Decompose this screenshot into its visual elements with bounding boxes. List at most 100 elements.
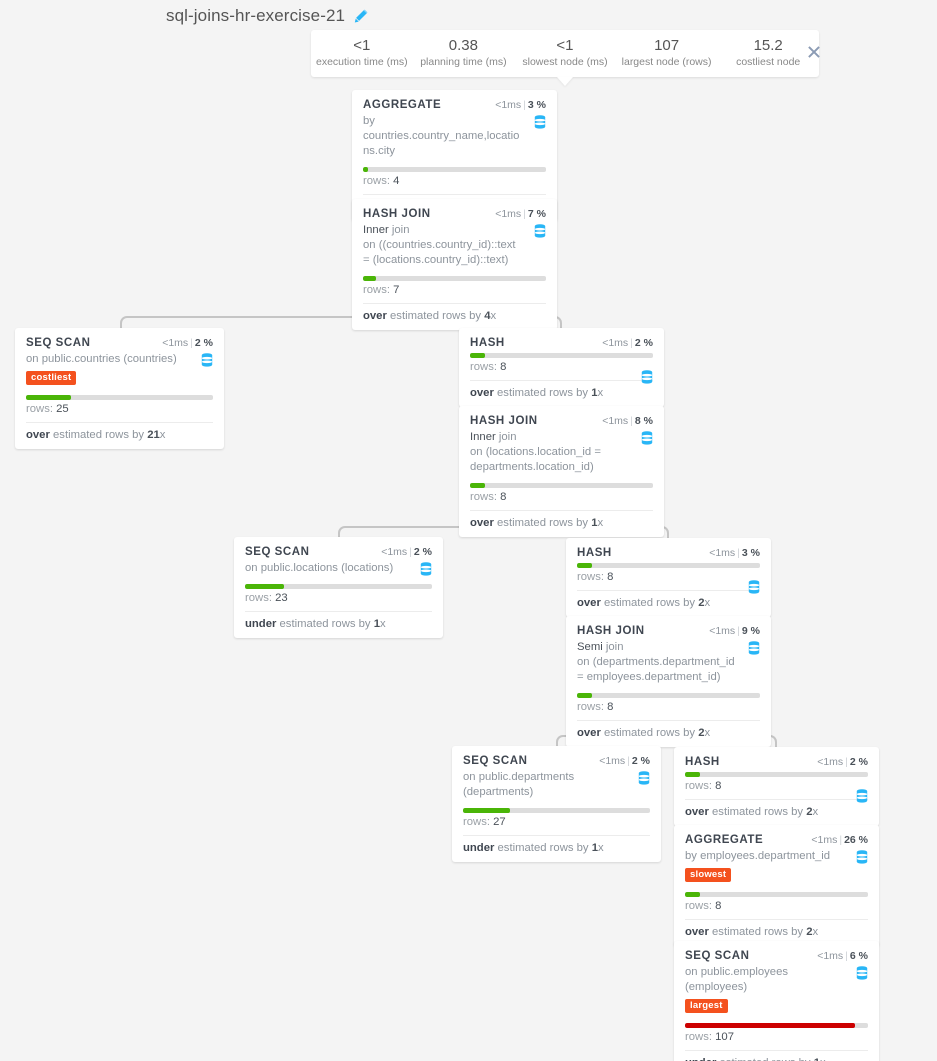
database-icon[interactable]: [201, 353, 213, 367]
estimate-kind: over: [470, 387, 494, 399]
node-subtitle-prefix: on: [685, 966, 701, 978]
estimate-suffix: x: [597, 516, 604, 529]
node-type-label: AGGREGATE: [685, 834, 764, 846]
stat-value: 0.38: [448, 37, 478, 55]
node-rows: rows: 4: [363, 172, 546, 194]
node-body: by countries.country_name,locations.city: [363, 114, 546, 159]
database-icon[interactable]: [420, 562, 432, 576]
node-type-label: SEQ SCAN: [685, 950, 750, 962]
pencil-icon[interactable]: [353, 8, 368, 24]
query-plan-canvas: sql-joins-hr-exercise-21 <1 execution ti…: [0, 0, 937, 1061]
plan-node-aggregate-employees[interactable]: AGGREGATE <1ms | 26 % by employees.departm…: [674, 825, 879, 946]
stat-label: slowest node (ms): [522, 56, 608, 69]
node-time: <1ms: [817, 950, 844, 962]
node-header: SEQ SCAN <1ms | 2 %: [26, 337, 213, 349]
estimate-suffix: x: [704, 597, 711, 609]
plan-node-hash-departments[interactable]: HASH <1ms | 3 % rows: 8 over estimated row…: [566, 538, 771, 617]
node-cost-pct: 2 %: [631, 755, 650, 767]
stat-label: planning time (ms): [420, 56, 507, 69]
node-metrics: <1ms | 2 %: [602, 337, 653, 349]
rows-label: rows:: [26, 402, 53, 415]
node-metrics: <1ms | 2 %: [599, 755, 650, 767]
node-header: AGGREGATE <1ms | 3 %: [363, 99, 546, 111]
database-icon[interactable]: [641, 370, 653, 384]
node-header: SEQ SCAN <1ms | 2 %: [463, 755, 650, 767]
node-time: <1ms: [381, 546, 408, 558]
node-estimate: over estimated rows by 4x: [363, 302, 546, 330]
node-metrics: <1ms | 2 %: [162, 337, 213, 349]
node-time: <1ms: [817, 756, 844, 768]
node-metrics: <1ms | 2 %: [381, 546, 432, 558]
node-cost-pct: 8 %: [634, 415, 653, 427]
estimate-text: estimated rows by: [276, 617, 374, 630]
plan-node-hash-join-countries-locations[interactable]: HASH JOIN <1ms | 7 % Inner join on ((countr…: [352, 199, 557, 330]
stat-largest-node: 107 largest node (rows): [616, 37, 718, 69]
node-metrics: <1ms | 6 %: [817, 950, 868, 962]
node-rows: rows: 8: [577, 698, 760, 720]
rows-label: rows:: [363, 174, 390, 187]
close-icon[interactable]: [806, 45, 822, 61]
estimate-kind: under: [463, 841, 495, 854]
stat-value: <1: [556, 37, 574, 55]
plan-node-hash-locations[interactable]: HASH <1ms | 2 % rows: 8 over estimated row…: [459, 328, 664, 407]
node-metrics: <1ms | 9 %: [709, 625, 760, 637]
node-subtitle-text: public.countries (countries): [41, 353, 177, 365]
plan-node-seq-scan-departments[interactable]: SEQ SCAN <1ms | 2 % on public.departments …: [452, 746, 661, 862]
plan-node-seq-scan-countries[interactable]: SEQ SCAN <1ms | 2 % on public.countries (c…: [15, 328, 224, 449]
database-icon[interactable]: [638, 771, 650, 785]
node-metrics: <1ms | 3 %: [495, 99, 546, 111]
plan-node-hash-join-departments-employees[interactable]: HASH JOIN <1ms | 9 % Semi join on (departme…: [566, 616, 771, 747]
metrics-separator: |: [839, 834, 843, 846]
estimate-text: estimated rows by: [49, 428, 148, 441]
rows-value: 27: [493, 815, 506, 828]
node-subtitle-text: on (departments.department_id = employee…: [577, 655, 735, 683]
node-subtitle: on public.countries (countries): [26, 352, 191, 367]
rows-label: rows:: [685, 899, 712, 912]
node-time: <1ms: [709, 547, 736, 559]
estimate-suffix: x: [704, 726, 711, 739]
node-cost-pct: 9 %: [741, 625, 760, 637]
node-subtitle: Inner join on ((countries.country_id)::te…: [363, 223, 524, 268]
estimate-text: estimated rows by: [493, 387, 592, 399]
database-icon[interactable]: [856, 850, 868, 864]
stat-label: execution time (ms): [315, 56, 408, 69]
node-rows: rows: 23: [245, 589, 432, 611]
database-icon[interactable]: [856, 966, 868, 980]
node-cost-pct: 2 %: [849, 756, 868, 768]
rows-label: rows:: [363, 283, 390, 296]
plan-node-seq-scan-locations[interactable]: SEQ SCAN <1ms | 2 % on public.locations (l…: [234, 537, 443, 638]
node-subtitle-prefix: on: [245, 562, 261, 574]
node-subtitle: Semi join on (departments.department_id =…: [577, 640, 738, 685]
rows-value: 8: [715, 899, 722, 912]
node-time: <1ms: [599, 755, 626, 767]
node-estimate: over estimated rows by 2x: [685, 799, 868, 826]
node-type-label: SEQ SCAN: [463, 755, 528, 767]
page-title: sql-joins-hr-exercise-21: [166, 6, 346, 25]
rows-value: 8: [607, 571, 614, 583]
node-subtitle-prefix: by: [685, 850, 701, 862]
node-header: SEQ SCAN <1ms | 6 %: [685, 950, 868, 962]
database-icon[interactable]: [534, 115, 546, 129]
estimate-text: estimated rows by: [494, 841, 592, 854]
metrics-separator: |: [737, 625, 740, 637]
metrics-separator: |: [190, 337, 193, 349]
node-body: Semi join on (departments.department_id =…: [577, 640, 760, 685]
node-subtitle-text: on (locations.location_id = departments.…: [470, 445, 601, 473]
estimate-factor: 21: [147, 428, 160, 441]
database-icon[interactable]: [748, 641, 760, 655]
estimate-suffix: x: [380, 617, 386, 630]
join-type: Inner: [363, 224, 389, 236]
node-subtitle-prefix: on: [463, 771, 479, 783]
database-icon[interactable]: [856, 789, 868, 803]
plan-node-hash-employees[interactable]: HASH <1ms | 2 % rows: 8 over estimated row…: [674, 747, 879, 826]
metrics-separator: |: [409, 546, 412, 558]
database-icon[interactable]: [534, 224, 546, 238]
estimate-text: estimated rows by: [716, 1057, 813, 1061]
database-icon[interactable]: [748, 580, 760, 594]
database-icon[interactable]: [641, 431, 653, 445]
node-subtitle: on public.departments (departments): [463, 770, 628, 800]
plan-node-hash-join-locations-departments[interactable]: HASH JOIN <1ms | 8 % Inner join on (locatio…: [459, 406, 664, 537]
stat-value: <1: [353, 37, 371, 55]
plan-node-seq-scan-employees[interactable]: SEQ SCAN <1ms | 6 % on public.employees (e…: [674, 941, 879, 1061]
node-cost-pct: 2 %: [194, 337, 213, 349]
